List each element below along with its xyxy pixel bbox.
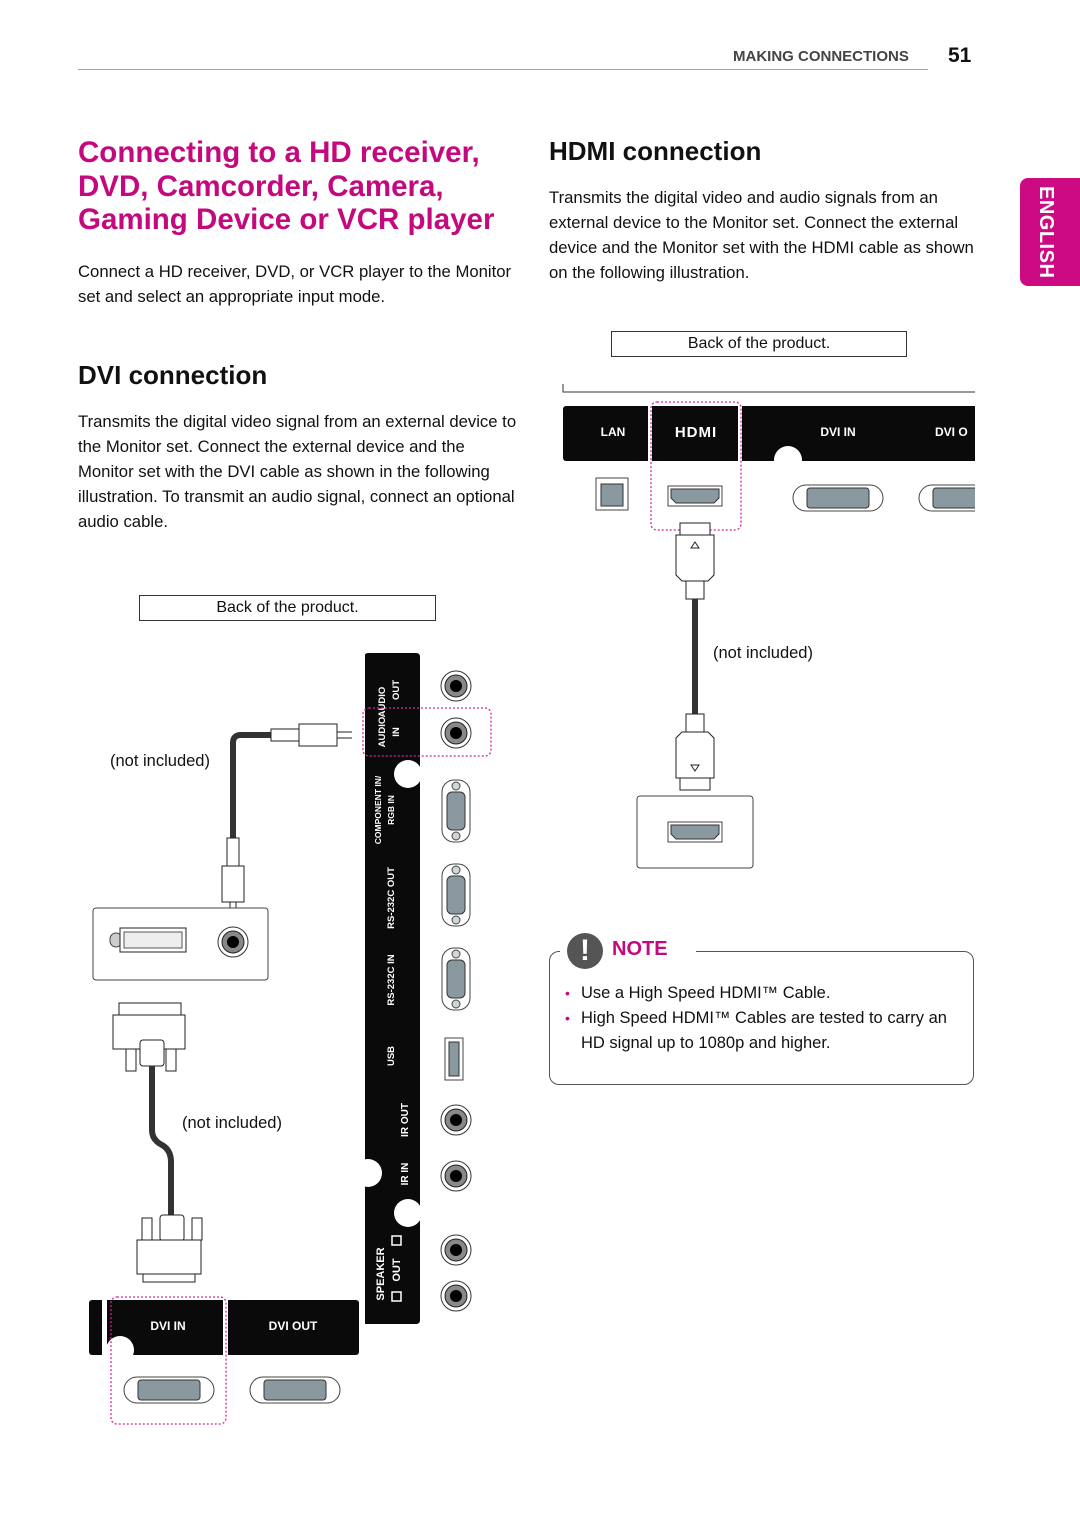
note-item-text: Use a High Speed HDMI™ Cable. bbox=[581, 984, 831, 1002]
port-label-rs232c-in: RS-232C IN bbox=[386, 954, 397, 1005]
hdmi-connection-illustration: LAN HDMI DVI IN DVI O bbox=[562, 384, 975, 869]
speaker-l-jack bbox=[440, 1234, 472, 1266]
port-label-ir-in: IR IN bbox=[400, 1163, 411, 1186]
source-device-box bbox=[636, 795, 754, 869]
port-label-dvi-out: DVI O bbox=[935, 425, 968, 439]
port-label-dvi-in: DVI IN bbox=[150, 1319, 185, 1333]
hdmi-plug-bottom bbox=[675, 713, 715, 791]
bottom-port-panel: DVI IN DVI OUT bbox=[89, 1300, 359, 1364]
audio-cable-label: (not included) bbox=[110, 752, 210, 770]
port-label-audio-out-1: AUDIO bbox=[377, 687, 388, 718]
panel-dvi-out-port bbox=[249, 1376, 341, 1404]
hdmi-plug-top bbox=[675, 522, 715, 600]
header-divider bbox=[78, 69, 928, 70]
dvi-paragraph: Transmits the digital video signal from … bbox=[78, 412, 517, 531]
dvi-caption-box: Back of the product. bbox=[139, 595, 436, 621]
vertical-port-panel: AUDIO OUT AUDIO IN COMPONENT IN/ RGB IN … bbox=[354, 653, 422, 1324]
audio-plug-grip-bottom bbox=[226, 837, 240, 867]
port-label-speaker-out: OUT bbox=[391, 1258, 403, 1282]
rs232c-in-port bbox=[441, 947, 471, 1011]
hdmi-heading: HDMI connection bbox=[549, 136, 762, 166]
horizontal-port-panel: LAN HDMI DVI IN DVI O bbox=[563, 406, 975, 474]
port-label-speaker: SPEAKER bbox=[375, 1247, 387, 1300]
dvi-plug-top bbox=[112, 1002, 186, 1072]
port-label-audio-in-2: IN bbox=[391, 727, 402, 737]
note-item-text: High Speed HDMI™ Cables are tested to ca… bbox=[581, 1009, 947, 1052]
rs232c-out-port bbox=[441, 863, 471, 927]
source-hdmi-port bbox=[670, 824, 720, 840]
ir-out-jack bbox=[440, 1104, 472, 1136]
port-label-dvi-in: DVI IN bbox=[820, 425, 855, 439]
port-label-audio-in-1: AUDIO bbox=[377, 717, 388, 748]
note-item: • High Speed HDMI™ Cables are tested to c… bbox=[563, 1006, 963, 1056]
note-list: • Use a High Speed HDMI™ Cable. • High Spe… bbox=[563, 981, 963, 1056]
dvi-cable bbox=[149, 1066, 174, 1215]
port-label-dvi-out: DVI OUT bbox=[269, 1319, 318, 1333]
panel-hdmi-port bbox=[667, 485, 723, 507]
page-title: Connecting to a HD receiver, DVD, Camcor… bbox=[78, 136, 495, 236]
note-title: NOTE bbox=[612, 938, 668, 960]
language-tab[interactable]: ENGLISH bbox=[1020, 178, 1080, 286]
running-header-section: MAKING CONNECTIONS bbox=[733, 48, 909, 65]
intro-paragraph: Connect a HD receiver, DVD, or VCR playe… bbox=[78, 262, 512, 306]
lan-port bbox=[595, 477, 629, 511]
port-label-component-2: RGB IN bbox=[386, 795, 396, 825]
hdmi-cable bbox=[692, 599, 698, 714]
note-item: • Use a High Speed HDMI™ Cable. bbox=[563, 981, 963, 1006]
port-label-hdmi: HDMI bbox=[675, 424, 717, 441]
rgb-in-port bbox=[441, 779, 471, 843]
port-label-usb: USB bbox=[386, 1046, 397, 1066]
panel-dvi-in-port bbox=[792, 484, 884, 512]
port-label-lan: LAN bbox=[601, 425, 626, 439]
audio-plug-top bbox=[298, 723, 338, 747]
ir-in-jack bbox=[440, 1160, 472, 1192]
bullet-icon: • bbox=[565, 1010, 570, 1026]
audio-cable bbox=[230, 732, 273, 840]
language-tab-label: ENGLISH bbox=[1035, 186, 1057, 279]
source-audio-jack bbox=[217, 926, 249, 958]
hdmi-paragraph: Transmits the digital video and audio si… bbox=[549, 188, 974, 282]
dvi-cable-label: (not included) bbox=[182, 1114, 282, 1132]
bullet-icon: • bbox=[565, 985, 570, 1001]
panel-dvi-out-port bbox=[918, 484, 975, 512]
port-label-rs232c-out: RS-232C OUT bbox=[386, 867, 397, 929]
exclamation-icon: ! bbox=[567, 933, 603, 969]
port-label-component-1: COMPONENT IN/ bbox=[373, 775, 383, 844]
audio-plug-grip-top bbox=[270, 728, 300, 742]
dvi-plug-bottom bbox=[136, 1214, 203, 1283]
audio-in-jack bbox=[440, 717, 472, 749]
page-number: 51 bbox=[948, 44, 972, 67]
source-dvi-port bbox=[109, 927, 187, 953]
port-label-ir-out: IR OUT bbox=[400, 1103, 411, 1137]
hdmi-caption-box: Back of the product. bbox=[611, 331, 907, 357]
speaker-r-jack bbox=[440, 1280, 472, 1312]
usb-port bbox=[444, 1037, 464, 1081]
hdmi-cable-label: (not included) bbox=[713, 644, 813, 662]
panel-dvi-in-port bbox=[123, 1376, 215, 1404]
audio-out-jack bbox=[440, 670, 472, 702]
dvi-heading: DVI connection bbox=[78, 360, 268, 390]
audio-plug-bottom bbox=[221, 865, 245, 903]
port-label-audio-out-2: OUT bbox=[391, 680, 402, 700]
